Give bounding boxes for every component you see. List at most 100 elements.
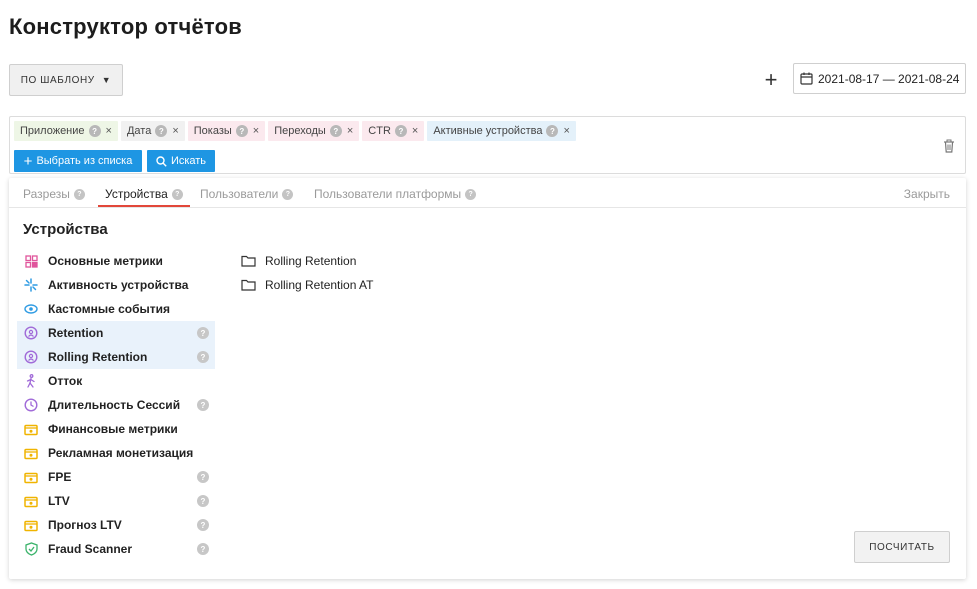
menu-item-label: Прогноз LTV xyxy=(48,518,122,532)
menu-item-label: Отток xyxy=(48,374,83,388)
folder-item[interactable]: Rolling Retention AT xyxy=(241,273,374,297)
chip-label: Показы xyxy=(193,125,232,137)
help-icon[interactable]: ? xyxy=(546,125,559,137)
tab-platform-users[interactable]: Пользователи платформы ? xyxy=(314,187,477,201)
tab-devices[interactable]: Устройства ? xyxy=(105,187,183,201)
menu-item-label: Retention xyxy=(48,326,104,340)
folder-item[interactable]: Rolling Retention xyxy=(241,249,374,273)
trash-icon[interactable] xyxy=(943,139,955,153)
menu-item-custom-events[interactable]: Кастомные события xyxy=(17,297,215,321)
menu-item-session-duration[interactable]: Длительность Сессий ? xyxy=(17,393,215,417)
walk-icon xyxy=(24,374,38,388)
help-icon[interactable]: ? xyxy=(394,125,407,137)
remove-chip-icon[interactable]: × xyxy=(106,125,112,137)
tab-label: Устройства xyxy=(105,187,168,201)
search-icon xyxy=(156,155,167,167)
menu-item-ltv-forecast[interactable]: Прогноз LTV ? xyxy=(17,513,215,537)
help-icon[interactable]: ? xyxy=(235,125,248,137)
chip[interactable]: Переходы ? × xyxy=(268,121,360,141)
help-icon[interactable]: ? xyxy=(88,125,101,137)
grid-icon xyxy=(24,254,38,268)
menu-item-main-metrics[interactable]: Основные метрики xyxy=(17,249,215,273)
help-icon[interactable]: ? xyxy=(155,125,168,137)
menu-item-financial-metrics[interactable]: Финансовые метрики xyxy=(17,417,215,441)
template-button-label: ПО ШАБЛОНУ xyxy=(20,74,95,86)
template-dropdown-button[interactable]: ПО ШАБЛОНУ ▼ xyxy=(9,64,123,96)
remove-chip-icon[interactable]: × xyxy=(347,125,353,137)
menu-item-retention[interactable]: Retention ? xyxy=(17,321,215,345)
help-icon[interactable]: ? xyxy=(197,351,209,363)
calculate-button[interactable]: ПОСЧИТАТЬ xyxy=(854,531,950,563)
chip-label: Дата xyxy=(126,125,152,137)
money-icon xyxy=(24,422,38,436)
tab-users[interactable]: Пользователи ? xyxy=(200,187,294,201)
help-icon[interactable]: ? xyxy=(197,399,209,411)
menu-item-label: Активность устройства xyxy=(48,278,189,292)
chip[interactable]: Показы ? × xyxy=(187,121,266,141)
money-icon xyxy=(24,446,38,460)
chip-list: Приложение ? × Дата ? × Показы ? × Перех… xyxy=(14,121,576,141)
chip[interactable]: Дата ? × xyxy=(120,121,185,141)
add-button[interactable]: + xyxy=(762,67,780,93)
tab-razrezy[interactable]: Разрезы ? xyxy=(23,187,85,201)
section-title: Устройства xyxy=(23,221,108,238)
help-icon[interactable]: ? xyxy=(465,188,477,200)
menu-item-device-activity[interactable]: Активность устройства xyxy=(17,273,215,297)
money-icon xyxy=(24,470,38,484)
date-range-value: 2021-08-17 — 2021-08-24 xyxy=(818,71,960,86)
retention-icon xyxy=(24,350,38,364)
metrics-panel: Разрезы ? Устройства ? Пользователи ? По… xyxy=(9,178,966,579)
help-icon[interactable]: ? xyxy=(197,519,209,531)
page-title: Конструктор отчётов xyxy=(9,14,242,39)
menu-item-ad-monetization[interactable]: Рекламная монетизация xyxy=(17,441,215,465)
help-icon[interactable]: ? xyxy=(73,188,85,200)
remove-chip-icon[interactable]: × xyxy=(172,125,178,137)
help-icon[interactable]: ? xyxy=(197,327,209,339)
chip[interactable]: CTR ? × xyxy=(362,121,425,141)
folder-label: Rolling Retention AT xyxy=(265,278,374,292)
tab-label: Пользователи xyxy=(200,187,279,201)
pick-button-label: Выбрать из списка xyxy=(36,155,133,167)
help-icon[interactable]: ? xyxy=(282,188,294,200)
chip[interactable]: Активные устройства ? × xyxy=(427,121,576,141)
menu-item-label: Основные метрики xyxy=(48,254,163,268)
metric-category-list: Основные метрики Активность устройства К… xyxy=(17,249,215,561)
calendar-icon xyxy=(800,72,813,85)
menu-item-label: Rolling Retention xyxy=(48,350,148,364)
menu-item-label: LTV xyxy=(48,494,70,508)
chip[interactable]: Приложение ? × xyxy=(14,121,118,141)
chip-label: Переходы xyxy=(274,125,326,137)
pick-from-list-button[interactable]: + Выбрать из списка xyxy=(14,150,142,172)
money-icon xyxy=(24,518,38,532)
help-icon[interactable]: ? xyxy=(197,543,209,555)
menu-item-rolling-retention[interactable]: Rolling Retention ? xyxy=(17,345,215,369)
remove-chip-icon[interactable]: × xyxy=(253,125,259,137)
search-button[interactable]: Искать xyxy=(147,150,215,172)
menu-item-fraud-scanner[interactable]: Fraud Scanner ? xyxy=(17,537,215,561)
help-icon[interactable]: ? xyxy=(329,125,342,137)
remove-chip-icon[interactable]: × xyxy=(412,125,418,137)
menu-item-label: Fraud Scanner xyxy=(48,542,133,556)
chip-label: CTR xyxy=(368,125,391,137)
menu-item-fpe[interactable]: FPE ? xyxy=(17,465,215,489)
help-icon[interactable]: ? xyxy=(171,188,183,200)
menu-item-label: Длительность Сессий xyxy=(48,398,181,412)
plus-icon: + xyxy=(23,152,33,170)
tab-label: Пользователи платформы xyxy=(314,187,462,201)
chip-label: Приложение xyxy=(20,125,85,137)
date-range-picker[interactable]: 2021-08-17 — 2021-08-24 xyxy=(793,63,966,94)
help-icon[interactable]: ? xyxy=(197,495,209,507)
activity-icon xyxy=(24,278,38,292)
close-link[interactable]: Закрыть xyxy=(904,187,950,201)
help-icon[interactable]: ? xyxy=(197,471,209,483)
filter-box[interactable]: Приложение ? × Дата ? × Показы ? × Перех… xyxy=(9,116,966,174)
caret-down-icon: ▼ xyxy=(101,75,112,85)
clock-icon xyxy=(24,398,38,412)
folder-icon xyxy=(241,255,256,267)
folder-label: Rolling Retention xyxy=(265,254,357,268)
menu-item-churn[interactable]: Отток xyxy=(17,369,215,393)
remove-chip-icon[interactable]: × xyxy=(563,125,569,137)
money-icon xyxy=(24,494,38,508)
menu-item-label: Финансовые метрики xyxy=(48,422,178,436)
menu-item-ltv[interactable]: LTV ? xyxy=(17,489,215,513)
